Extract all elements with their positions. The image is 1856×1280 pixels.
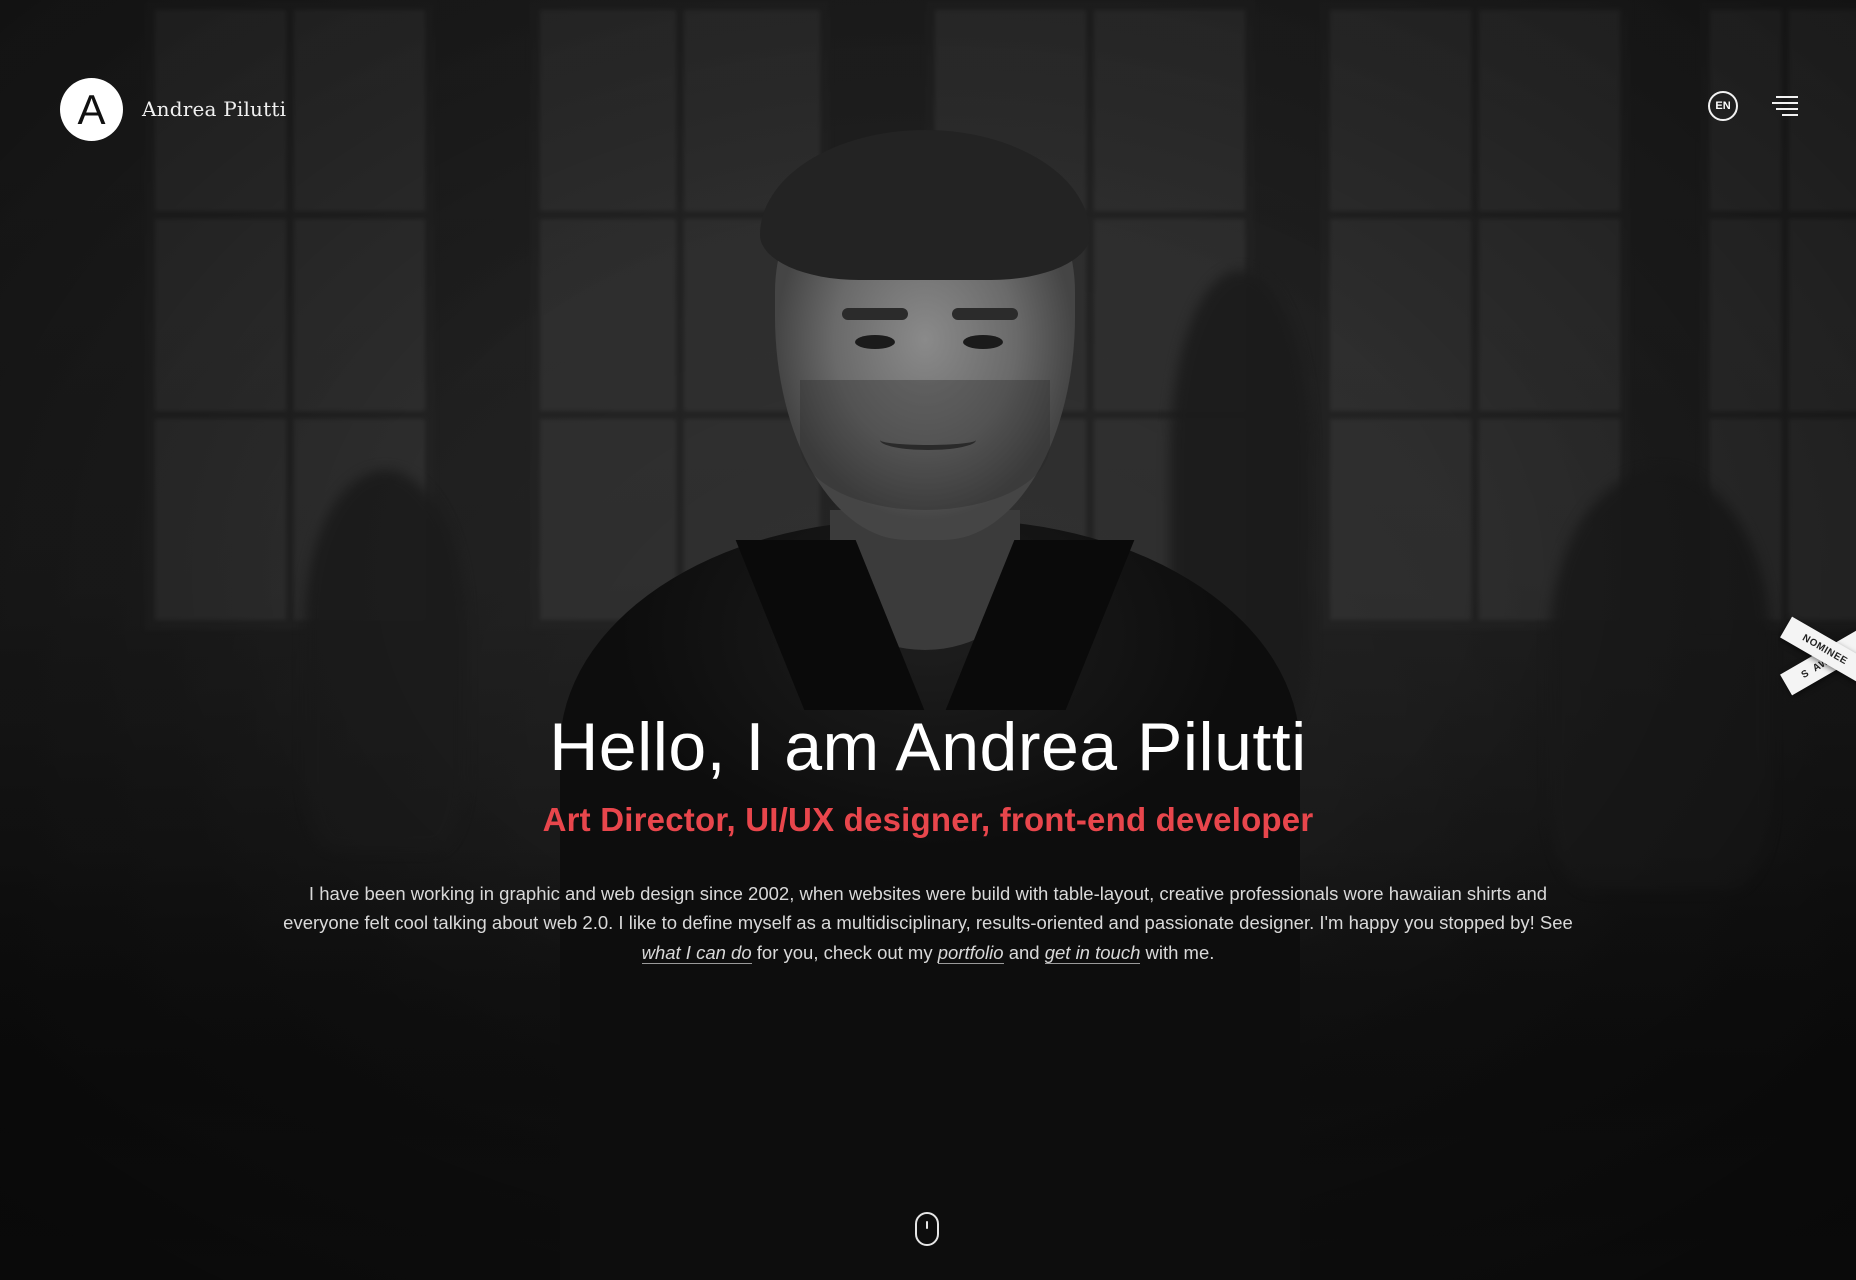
award-logo-icon: S	[1799, 667, 1812, 681]
logo-letter: A	[77, 85, 106, 133]
intro-paragraph: I have been working in graphic and web d…	[273, 879, 1583, 968]
logo[interactable]: A	[60, 78, 123, 141]
hero-section: Hello, I am Andrea Pilutti Art Director,…	[0, 710, 1856, 967]
intro-text-and: and	[1008, 941, 1040, 963]
portrait-photo	[560, 130, 1300, 1280]
brand-name[interactable]: Andrea Pilutti	[142, 97, 286, 121]
intro-text-for-you: for you, check out my	[756, 941, 933, 963]
hero-title: Hello, I am Andrea Pilutti	[549, 709, 1307, 785]
scroll-wheel	[926, 1221, 928, 1229]
what-i-can-do-link[interactable]: what I can do	[641, 941, 752, 964]
get-in-touch-link[interactable]: get in touch	[1044, 941, 1141, 964]
portfolio-link[interactable]: portfolio	[937, 941, 1004, 964]
hero-subtitle: Art Director, UI/UX designer, front-end …	[542, 800, 1314, 838]
award-nominee-ribbon[interactable]: S AWARD NOMINEE	[1778, 610, 1856, 702]
language-switcher[interactable]: EN	[1708, 91, 1738, 121]
intro-text-end: with me.	[1145, 941, 1215, 963]
intro-text: I have been working in graphic and web d…	[283, 882, 1573, 934]
mouse-scroll-icon[interactable]	[915, 1212, 939, 1246]
hamburger-icon[interactable]	[1772, 96, 1798, 118]
